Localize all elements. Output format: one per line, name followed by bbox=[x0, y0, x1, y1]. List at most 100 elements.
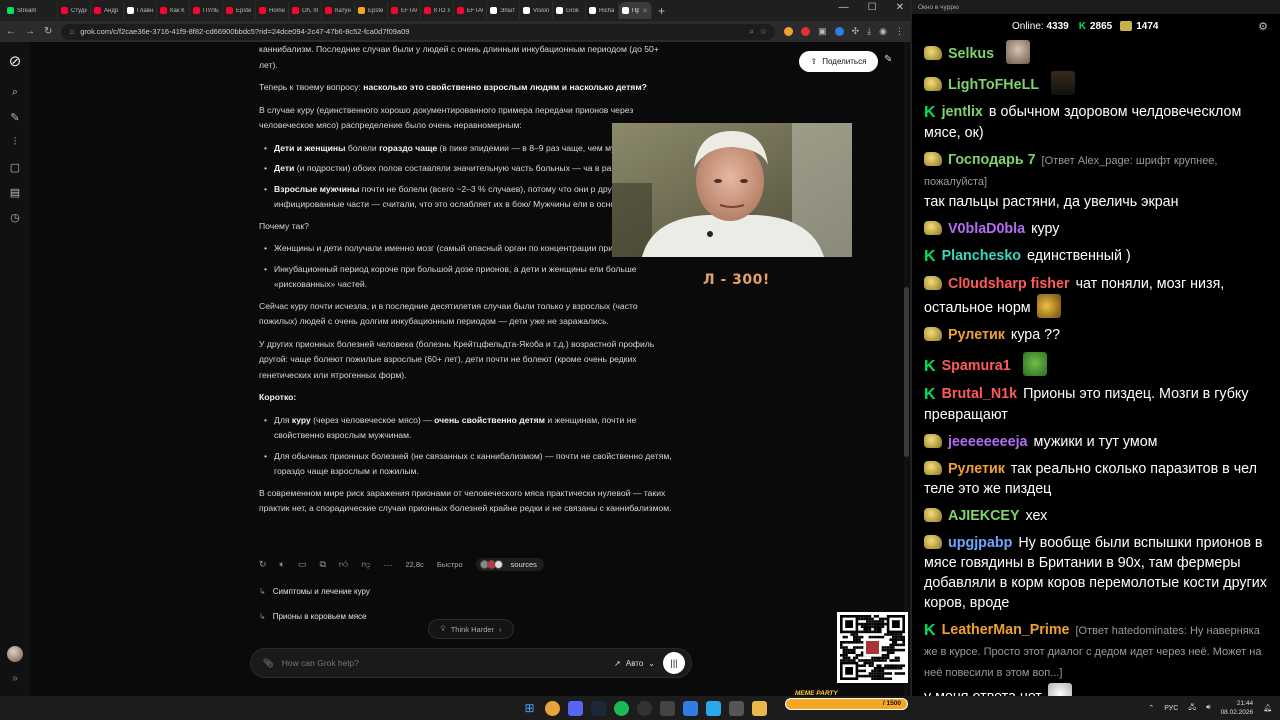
history-icon[interactable]: ◷ bbox=[10, 211, 20, 224]
page-scrollbar[interactable] bbox=[904, 42, 909, 696]
voice-mode-button[interactable]: ||| bbox=[663, 652, 685, 674]
extension-icon[interactable]: ▣ bbox=[818, 26, 827, 37]
chat-username[interactable]: LeatherMan_Prime bbox=[942, 622, 1070, 638]
browser-tab[interactable]: Stream bbox=[4, 2, 58, 19]
chat-username[interactable]: upgjpabp bbox=[948, 535, 1012, 551]
prompt-placeholder[interactable]: How can Grok help? bbox=[282, 658, 606, 668]
chat-username[interactable]: Selkus bbox=[948, 46, 994, 62]
close-tab-icon[interactable]: ✕ bbox=[642, 7, 648, 15]
sources-button[interactable]: sources bbox=[475, 558, 544, 571]
tray-chevron-icon[interactable]: ⌃ bbox=[1148, 704, 1154, 712]
imagine-icon[interactable]: ▢ bbox=[10, 161, 20, 174]
browser-tab[interactable]: Richa bbox=[586, 2, 619, 19]
regenerate-icon[interactable]: ↻ bbox=[259, 559, 267, 570]
chat-username[interactable]: Brutal_N1k bbox=[942, 386, 1018, 402]
windows-start-icon[interactable]: ⊞ bbox=[522, 701, 537, 716]
browser-tab[interactable]: КТО У bbox=[421, 2, 454, 19]
new-tab-icon[interactable]: + bbox=[658, 4, 665, 18]
address-bar[interactable]: ⌂ grok.com/c/f2cae36e-3716-41f9-8f82-cd6… bbox=[61, 23, 776, 40]
chat-username[interactable]: Planchesko bbox=[942, 248, 1021, 264]
menu-dots-icon[interactable]: ⋮ bbox=[895, 26, 904, 37]
extension-icon[interactable] bbox=[834, 27, 844, 36]
projects-icon[interactable]: ▤ bbox=[10, 186, 20, 199]
search-icon[interactable]: ⌕ bbox=[12, 86, 18, 99]
zoom-icon[interactable]: ⌕ bbox=[749, 27, 753, 37]
notifications-icon[interactable]: 🔔︎ bbox=[1263, 704, 1272, 712]
related-question[interactable]: ↳ Прионы в коровьем мясе bbox=[259, 612, 367, 621]
chat-username[interactable]: Господарь 7 bbox=[948, 152, 1036, 168]
app-icon[interactable] bbox=[729, 700, 744, 716]
browser-tab[interactable]: Vision bbox=[520, 2, 553, 19]
browser-tab[interactable]: EFTAC bbox=[454, 2, 487, 19]
browser-tab[interactable]: Epste bbox=[223, 2, 256, 19]
browser-tab[interactable]: Epste bbox=[355, 2, 388, 19]
browser-tab[interactable]: Пр ✕ bbox=[619, 2, 652, 19]
attach-icon[interactable]: 📎︎ bbox=[263, 658, 274, 669]
profile-icon[interactable]: ◉ bbox=[879, 26, 887, 37]
browser-tab[interactable]: Grok bbox=[553, 2, 586, 19]
site-info-icon[interactable]: ⌂ bbox=[69, 27, 74, 36]
chat-username[interactable]: Cl0udsharp fisher bbox=[948, 276, 1070, 292]
browser-tab[interactable]: Студи bbox=[58, 2, 91, 19]
telegram-icon[interactable] bbox=[706, 700, 721, 716]
scrollbar-thumb[interactable] bbox=[904, 287, 909, 457]
mode-selector[interactable]: ➚ Авто ⌄ bbox=[614, 659, 655, 668]
gear-icon[interactable]: ⚙ bbox=[1258, 20, 1268, 33]
extension-icon[interactable] bbox=[801, 27, 811, 36]
voice-icon[interactable]: ⫶ bbox=[14, 136, 17, 149]
browser-tab[interactable]: Oh, m bbox=[289, 2, 322, 19]
network-icon[interactable]: 🖧︎ bbox=[1188, 703, 1196, 714]
maximize-icon[interactable]: ☐ bbox=[868, 2, 877, 13]
language-indicator[interactable]: РУС bbox=[1164, 705, 1178, 712]
chat-username[interactable]: jentlix bbox=[942, 104, 983, 120]
chat-username[interactable]: Spamura1 bbox=[942, 358, 1011, 374]
reload-icon[interactable]: ↻ bbox=[44, 26, 52, 37]
browser-tab[interactable]: Андр bbox=[91, 2, 124, 19]
expand-sidebar-icon[interactable]: » bbox=[12, 673, 18, 684]
volume-icon[interactable]: 🔊︎ bbox=[1206, 704, 1210, 712]
bookmark-star-icon[interactable]: ☆ bbox=[760, 27, 767, 36]
copy-icon[interactable]: ⧉ bbox=[319, 559, 325, 570]
chat-username[interactable]: Рулетик bbox=[948, 461, 1005, 477]
like-icon[interactable]: 👍︎ bbox=[339, 559, 348, 570]
user-avatar[interactable] bbox=[7, 646, 23, 662]
grok-logo-icon[interactable]: ⊘ bbox=[9, 52, 22, 70]
steam-icon[interactable] bbox=[591, 700, 606, 716]
browser-tab[interactable]: EFTAC bbox=[388, 2, 421, 19]
minimize-icon[interactable]: — bbox=[839, 2, 849, 13]
more-icon[interactable]: ··· bbox=[383, 560, 392, 570]
dislike-icon[interactable]: 👎︎ bbox=[361, 559, 370, 570]
share-button[interactable]: ⇪ Поделиться bbox=[799, 51, 878, 72]
spotify-icon[interactable] bbox=[614, 700, 629, 716]
think-harder-button[interactable]: 💡︎ Think Harder › bbox=[428, 619, 514, 639]
related-question[interactable]: ↳ Симптомы и лечение куру bbox=[259, 587, 370, 596]
puzzle-icon[interactable]: ✣ bbox=[852, 26, 860, 37]
close-window-icon[interactable]: ✕ bbox=[896, 2, 904, 13]
new-chat-icon[interactable]: ✎ bbox=[10, 111, 19, 124]
browser-tab[interactable]: Эпшт bbox=[487, 2, 520, 19]
browser-tab[interactable]: ПУЛЬ bbox=[190, 2, 223, 19]
chat-username[interactable]: AJIEKCEY bbox=[948, 508, 1020, 524]
discord-icon[interactable] bbox=[568, 700, 583, 716]
forward-icon[interactable]: → bbox=[25, 26, 35, 37]
chat-username[interactable]: Рулетик bbox=[948, 327, 1005, 343]
download-icon[interactable]: ⤓ bbox=[867, 26, 871, 37]
clock[interactable]: 21:44 08.02.2026 bbox=[1221, 699, 1254, 717]
browser-tab[interactable]: Катун bbox=[322, 2, 355, 19]
obs-icon[interactable] bbox=[637, 700, 652, 716]
edit-icon[interactable]: ✎ bbox=[884, 54, 892, 65]
app-icon[interactable] bbox=[660, 700, 675, 716]
chat-username[interactable]: jeeeeeeeeja bbox=[948, 434, 1028, 450]
browser-tab[interactable]: Как К bbox=[157, 2, 190, 19]
chat-username[interactable]: LighToFHeLL bbox=[948, 77, 1039, 93]
comment-icon[interactable]: ▭ bbox=[298, 559, 307, 570]
chat-username[interactable]: V0blaD0bla bbox=[948, 221, 1025, 237]
read-aloud-icon[interactable]: 🔈︎ bbox=[280, 559, 285, 570]
extension-icon[interactable] bbox=[784, 27, 794, 36]
browser-tab[interactable]: Home: bbox=[256, 2, 289, 19]
browser-tab[interactable]: Главн bbox=[124, 2, 157, 19]
explorer-icon[interactable] bbox=[752, 700, 767, 716]
prompt-input[interactable]: 📎︎ How can Grok help? ➚ Авто ⌄ ||| bbox=[250, 648, 692, 678]
app-icon[interactable] bbox=[683, 700, 698, 716]
chrome-icon[interactable] bbox=[545, 700, 560, 716]
